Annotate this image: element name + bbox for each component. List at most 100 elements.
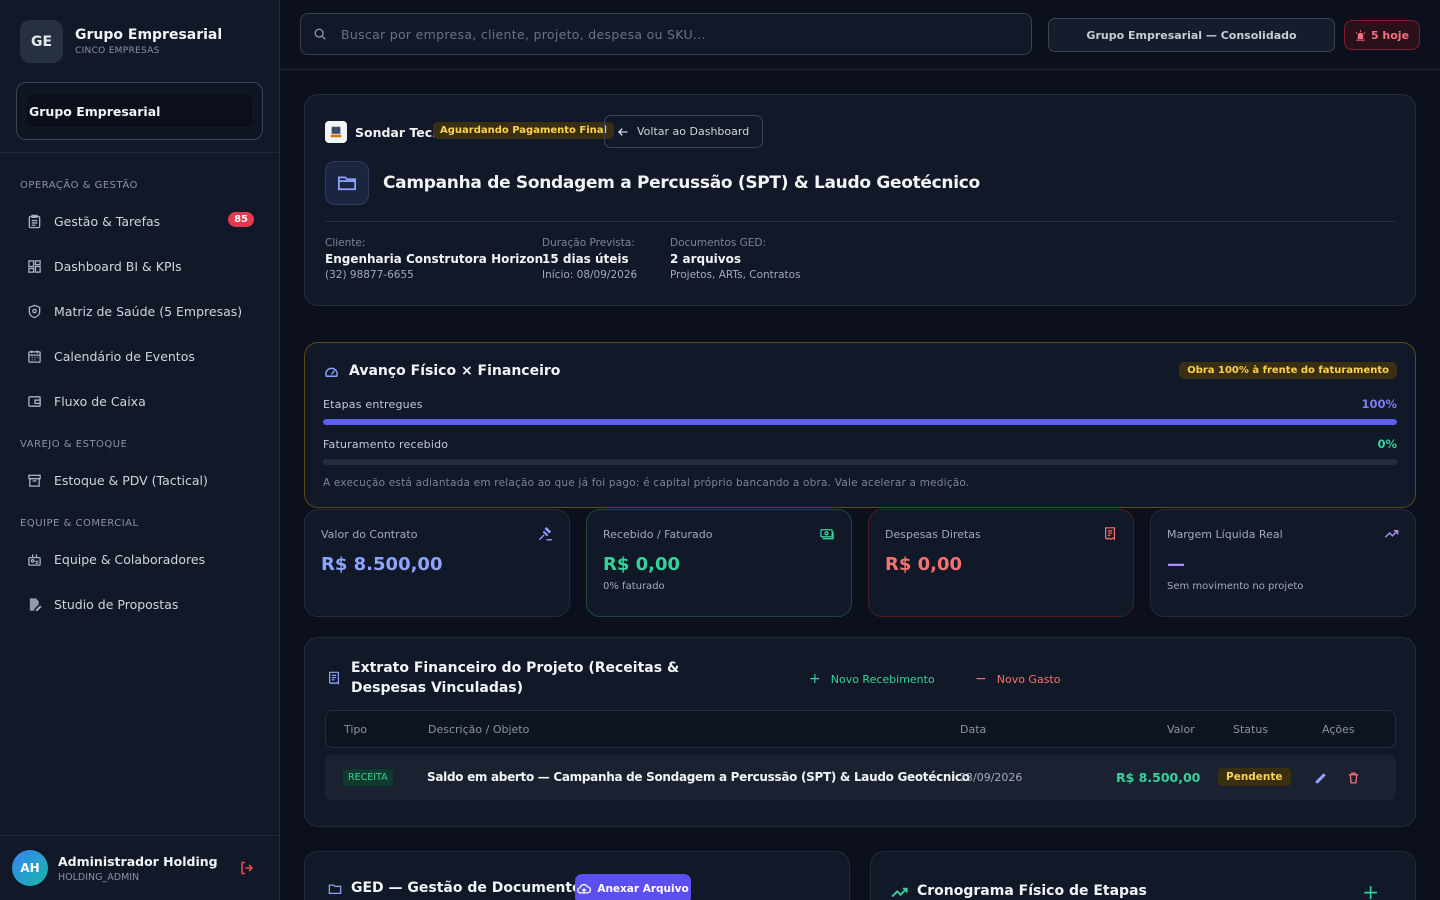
company-logo-icon [325,121,347,143]
col-description: Descrição / Objeto [428,723,530,736]
sidebar-item-gestao-tarefas[interactable]: Gestão & Tarefas 85 [16,204,264,238]
sidebar-item-fluxo-caixa[interactable]: Fluxo de Caixa [16,384,264,418]
col-value: Valor [1167,723,1195,736]
section-varejo: VAREJO & ESTOQUE [20,439,128,450]
row-description: Saldo em aberto — Campanha de Sondagem a… [427,770,970,784]
sidebar-item-label: Matriz de Saúde (5 Empresas) [54,303,243,319]
folder-open-icon [327,881,343,900]
brand: GE Grupo Empresarial CINCO EMPRESAS [20,20,222,63]
avatar: AH [12,850,48,886]
archive-icon [26,472,42,488]
billing-percent: 0% [1377,437,1397,451]
kpi-label: Margem Líquida Real [1167,528,1283,541]
org-selector-value: Grupo Empresarial [27,95,252,127]
document-edit-icon [26,596,42,612]
search-bar[interactable] [300,13,1032,55]
sidebar-item-label: Gestão & Tarefas [54,213,161,229]
progress-alert-badge: Obra 100% à frente do faturamento [1179,362,1397,379]
table-row: RECEITA Saldo em aberto — Campanha de So… [325,755,1396,800]
progress-title: Avanço Físico × Financeiro [349,363,561,379]
kpi-value: R$ 0,00 [603,554,681,575]
documents-label: Documentos GED: [670,237,767,249]
team-icon [26,551,42,567]
schedule-card: Cronograma Físico de Etapas + [870,851,1416,900]
row-value: R$ 8.500,00 [1116,770,1201,785]
back-to-dashboard-button[interactable]: Voltar ao Dashboard [604,115,763,148]
edit-icon[interactable] [1314,770,1328,789]
row-status-badge: Pendente [1218,768,1291,786]
col-status: Status [1233,723,1269,736]
statement-title: Extrato Financeiro do Projeto (Receitas … [351,660,680,696]
logout-icon[interactable] [239,860,255,880]
chart-line-icon [891,884,909,900]
sidebar-item-label: Estoque & PDV (Tactical) [54,472,208,488]
kpi-label: Recebido / Faturado [603,528,713,541]
duration-label: Duração Prevista: [542,237,635,249]
new-expense-label: Novo Gasto [996,672,1061,686]
ged-card: GED — Gestão de Documentos Anexar Arquiv… [304,851,850,900]
org-selector[interactable]: Grupo Empresarial [16,82,263,140]
header-divider [325,221,1396,222]
new-expense-button[interactable]: − Novo Gasto [975,671,1060,687]
trash-icon[interactable] [1347,770,1360,789]
kpi-value: — [1167,554,1185,575]
minus-icon: − [975,671,987,687]
tasks-count-badge: 85 [228,212,254,227]
sidebar-item-studio-propostas[interactable]: Studio de Propostas [16,587,264,621]
col-actions: Ações [1322,723,1355,736]
billing-label: Faturamento recebido [323,438,449,451]
folder-icon [325,161,369,205]
col-date: Data [960,723,987,736]
add-stage-icon[interactable]: + [1362,880,1379,900]
schedule-title: Cronograma Físico de Etapas [917,883,1147,899]
duration-value: 15 dias úteis [542,252,629,266]
search-icon [313,27,327,41]
brand-logo: GE [20,20,63,63]
sidebar-item-label: Calendário de Eventos [54,348,195,364]
sidebar-item-estoque-pdv[interactable]: Estoque & PDV (Tactical) [16,463,264,497]
new-income-label: Novo Recebimento [830,672,935,686]
row-type-badge: RECEITA [343,769,393,786]
progress-card: Avanço Físico × Financeiro Obra 100% à f… [304,342,1416,508]
calendar-icon [26,348,42,364]
sidebar-item-matriz-saude[interactable]: Matriz de Saúde (5 Empresas) [16,294,264,328]
client-phone: (32) 98877-6655 [325,269,414,281]
dashboard-icon [26,258,42,274]
client-label: Cliente: [325,237,366,249]
documents-count: 2 arquivos [670,252,741,266]
row-date: 23/09/2026 [959,771,1023,784]
duration-info: Duração Prevista: 15 dias úteis Início: … [542,237,637,281]
section-equipe: EQUIPE & COMERCIAL [20,518,139,529]
gavel-icon [538,526,553,545]
billing-progress-bar [323,459,1397,465]
plus-icon: + [809,671,821,687]
attach-file-button[interactable]: Anexar Arquivo [575,874,691,900]
topbar: Grupo Empresarial — Consolidado 5 hoje [280,0,1440,70]
sidebar-item-label: Fluxo de Caixa [54,393,146,409]
new-income-button[interactable]: + Novo Recebimento [809,671,935,687]
table-header: Tipo Descrição / Objeto Data Valor Statu… [325,710,1396,748]
wallet-icon [26,393,42,409]
search-input[interactable] [341,26,981,42]
sidebar-item-equipe[interactable]: Equipe & Colaboradores [16,542,264,576]
brand-title: Grupo Empresarial [75,27,223,43]
kpi-sub: Sem movimento no projeto [1167,581,1304,592]
documents-types: Projetos, ARTs, Contratos [670,269,801,281]
sidebar-item-label: Studio de Propostas [54,596,179,612]
project-title: Campanha de Sondagem a Percussão (SPT) &… [383,173,980,193]
alarm-icon [1355,29,1366,41]
kpi-value: R$ 0,00 [885,554,963,575]
documents-info: Documentos GED: 2 arquivos Projetos, ART… [670,237,801,281]
sidebar-item-calendario[interactable]: Calendário de Eventos [16,339,264,373]
sidebar-item-dashboard[interactable]: Dashboard BI & KPIs [16,249,264,283]
sidebar-divider [0,152,279,153]
financial-statement-card: Extrato Financeiro do Projeto (Receitas … [304,637,1416,827]
notifications-button[interactable]: 5 hoje [1344,20,1420,50]
stages-label: Etapas entregues [323,398,423,411]
kpi-label: Despesas Diretas [885,528,981,541]
kpi-direct-expenses: Despesas Diretas R$ 0,00 [868,509,1134,617]
section-operacao: OPERAÇÃO & GESTÃO [20,180,138,191]
receipt-list-icon [327,670,341,690]
consolidated-view-button[interactable]: Grupo Empresarial — Consolidado [1048,18,1335,52]
project-status-badge: Aguardando Pagamento Final [433,122,614,139]
